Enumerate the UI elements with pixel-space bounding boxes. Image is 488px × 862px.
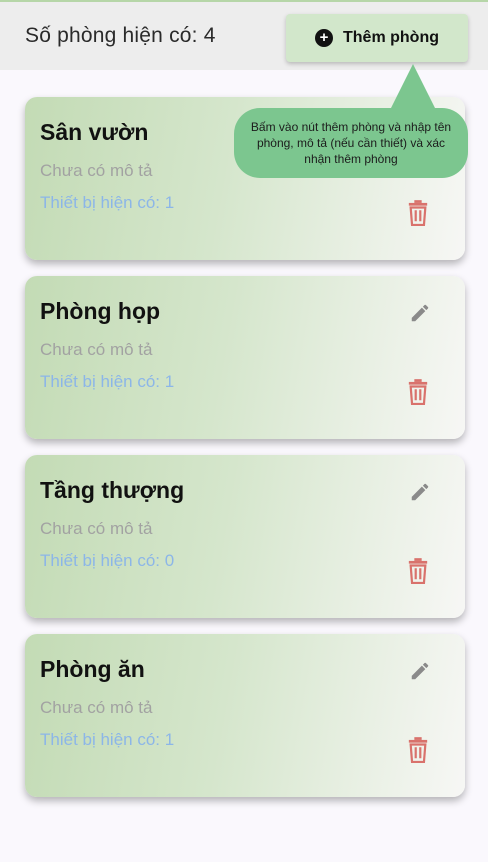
room-card[interactable]: Phòng ăn Chưa có mô tả Thiết bị hiện có:… xyxy=(25,634,465,797)
room-device-count: Thiết bị hiện có: 1 xyxy=(40,372,175,391)
room-device-count: Thiết bị hiện có: 1 xyxy=(40,193,175,212)
delete-trash-icon[interactable] xyxy=(407,200,429,226)
edit-pencil-icon[interactable] xyxy=(409,660,431,682)
edit-pencil-icon[interactable] xyxy=(409,481,431,503)
room-name: Tầng thượng xyxy=(40,477,185,503)
room-description: Chưa có mô tả xyxy=(40,519,153,538)
room-name: Phòng ăn xyxy=(40,656,145,682)
room-description: Chưa có mô tả xyxy=(40,698,153,717)
add-room-button-label: Thêm phòng xyxy=(343,29,439,46)
room-device-count: Thiết bị hiện có: 1 xyxy=(40,730,175,749)
room-count-label: Số phòng hiện có: 4 xyxy=(25,24,216,47)
tooltip-arrow xyxy=(390,64,436,110)
room-description: Chưa có mô tả xyxy=(40,340,153,359)
room-device-count: Thiết bị hiện có: 0 xyxy=(40,551,175,570)
app-header: Số phòng hiện có: 4 + Thêm phòng xyxy=(0,0,488,70)
delete-trash-icon[interactable] xyxy=(407,558,429,584)
add-room-tooltip[interactable]: Bấm vào nút thêm phòng và nhập tên phòng… xyxy=(234,108,468,178)
add-room-button[interactable]: + Thêm phòng xyxy=(286,14,468,62)
tooltip-text: Bấm vào nút thêm phòng và nhập tên phòng… xyxy=(250,120,452,166)
room-name: Phòng họp xyxy=(40,298,161,324)
room-card[interactable]: Phòng họp Chưa có mô tả Thiết bị hiện có… xyxy=(25,276,465,439)
room-card[interactable]: Tầng thượng Chưa có mô tả Thiết bị hiện … xyxy=(25,455,465,618)
delete-trash-icon[interactable] xyxy=(407,737,429,763)
delete-trash-icon[interactable] xyxy=(407,379,429,405)
edit-pencil-icon[interactable] xyxy=(409,302,431,324)
room-name: Sân vườn xyxy=(40,119,149,145)
plus-circle-icon: + xyxy=(315,29,333,47)
room-description: Chưa có mô tả xyxy=(40,161,153,180)
